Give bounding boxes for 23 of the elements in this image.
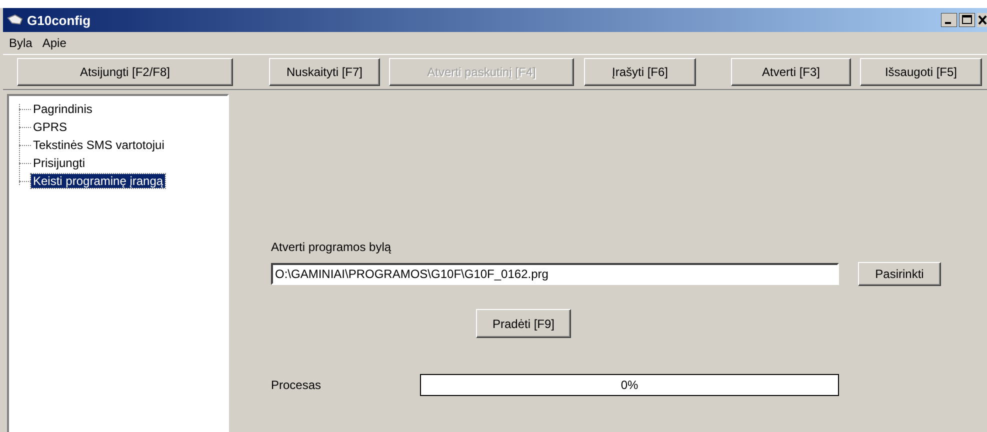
- process-label: Procesas: [271, 378, 322, 392]
- tree-item[interactable]: Prisijungti: [31, 156, 88, 170]
- minimize-icon[interactable]: [941, 13, 957, 27]
- toolbar-button[interactable]: Atverti [F3]: [731, 58, 851, 86]
- toolbar-button[interactable]: Atsijungti [F2/F8]: [17, 58, 233, 86]
- toolbar-button[interactable]: Įrašyti [F6]: [584, 58, 696, 86]
- tree-item[interactable]: Tekstinės SMS vartotojui: [31, 138, 166, 152]
- start-button[interactable]: Pradėti [F9]: [476, 309, 571, 338]
- menu-item[interactable]: Apie: [42, 36, 66, 50]
- close-icon[interactable]: [977, 13, 987, 27]
- tree-item[interactable]: Keisti programinę įrangą: [31, 174, 166, 188]
- app-icon: [7, 14, 23, 26]
- window-title: G10config: [27, 12, 91, 28]
- file-path-field[interactable]: O:\GAMINIAI\PROGRAMOS\G10F\G10F_0162.prg: [271, 263, 839, 285]
- menu-item[interactable]: Byla: [9, 36, 32, 50]
- toolbar-button[interactable]: Nuskaityti [F7]: [269, 58, 380, 86]
- browse-button[interactable]: Pasirinkti: [858, 262, 941, 286]
- tree-item[interactable]: GPRS: [31, 120, 70, 134]
- tree-item[interactable]: Pagrindinis: [31, 102, 94, 116]
- file-label: Atverti programos bylą: [271, 240, 392, 256]
- toolbar-button[interactable]: Išsaugoti [F5]: [860, 58, 982, 86]
- progress-text: 0%: [620, 378, 638, 392]
- maximize-icon[interactable]: [959, 13, 975, 27]
